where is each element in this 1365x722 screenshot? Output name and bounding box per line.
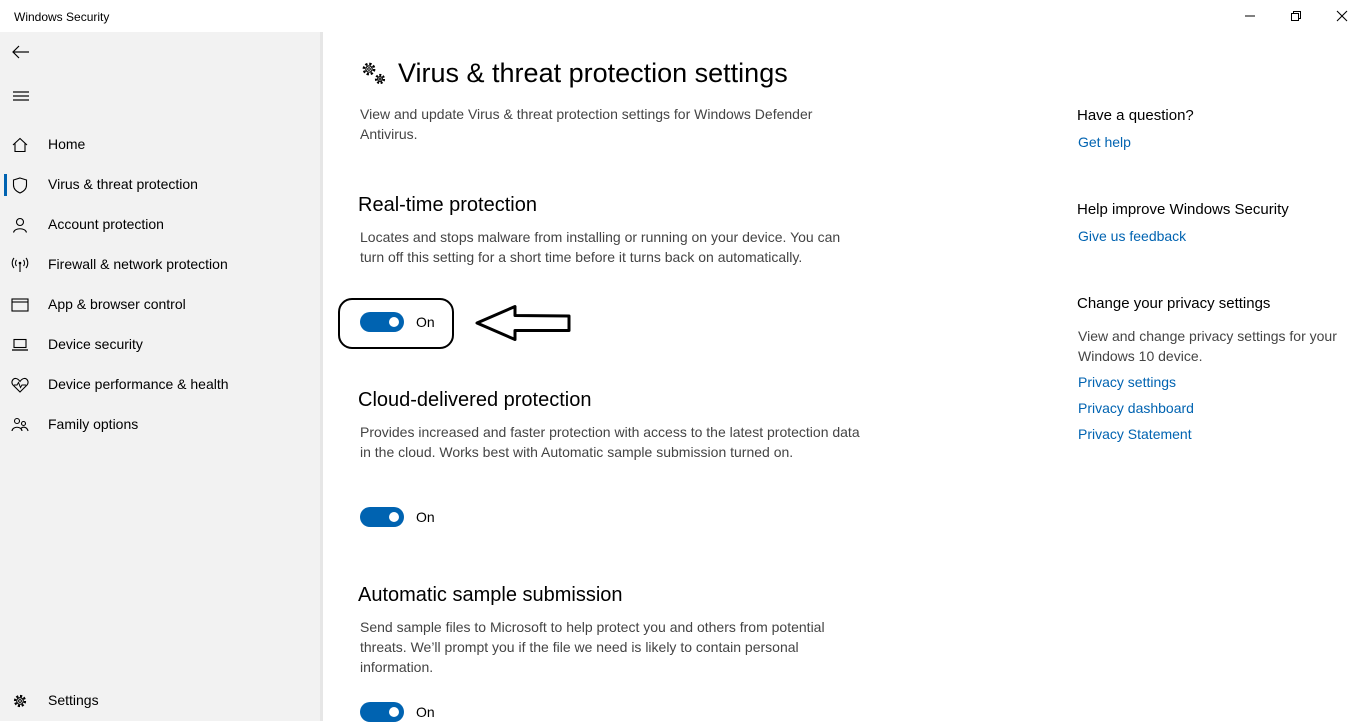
restore-icon — [1291, 11, 1301, 21]
gears-icon — [360, 60, 388, 88]
minimize-icon — [1245, 15, 1255, 17]
sidebar-item-home[interactable]: Home — [0, 127, 320, 163]
sidebar-item-label: Virus & threat protection — [48, 176, 198, 192]
privacy-description: View and change privacy settings for you… — [1078, 328, 1337, 364]
privacy-dashboard-link[interactable]: Privacy dashboard — [1078, 400, 1194, 416]
selected-indicator — [4, 174, 7, 196]
sidebar-item-label: Settings — [48, 692, 99, 708]
sidebar-item-label: Firewall & network protection — [48, 256, 228, 272]
page-description: View and update Virus & threat protectio… — [360, 106, 813, 142]
sidebar-item-family-options[interactable]: Family options — [0, 407, 320, 443]
person-icon — [11, 216, 29, 234]
back-button[interactable] — [8, 39, 34, 65]
section-description-cloud-delivered-protection: Provides increased and faster protection… — [360, 424, 860, 460]
sidebar-item-virus-threat-protection[interactable]: Virus & threat protection — [0, 167, 320, 203]
hamburger-icon — [13, 91, 29, 101]
cloud-protection-toggle-row: On — [360, 507, 460, 527]
toggle-state-label: On — [416, 509, 435, 525]
sidebar-item-label: App & browser control — [48, 296, 186, 312]
sidebar-item-label: Device performance & health — [48, 376, 229, 392]
sidebar-item-app-browser-control[interactable]: App & browser control — [0, 287, 320, 323]
page-title: Virus & threat protection settings — [398, 58, 788, 88]
section-title-cloud-delivered-protection: Cloud-delivered protection — [358, 389, 592, 411]
window-title: Windows Security — [14, 10, 110, 24]
sample-submission-toggle[interactable] — [360, 702, 404, 722]
home-icon — [11, 136, 29, 154]
question-heading: Have a question? — [1077, 107, 1194, 124]
shield-icon — [11, 176, 29, 194]
sidebar-item-label: Account protection — [48, 216, 164, 232]
privacy-heading: Change your privacy settings — [1077, 295, 1271, 312]
section-description-automatic-sample-submission: Send sample files to Microsoft to help p… — [360, 619, 825, 675]
title-bar: Windows Security — [0, 0, 1365, 32]
section-description-realtime-protection: Locates and stops malware from installin… — [360, 229, 841, 265]
main-content: Virus & threat protection settings View … — [323, 32, 1365, 722]
privacy-statement-link[interactable]: Privacy Statement — [1078, 426, 1192, 442]
toggle-knob — [389, 707, 399, 717]
sidebar-item-label: Device security — [48, 336, 143, 352]
give-feedback-link[interactable]: Give us feedback — [1078, 228, 1186, 244]
close-button[interactable] — [1319, 0, 1365, 32]
sidebar-item-account-protection[interactable]: Account protection — [0, 207, 320, 243]
section-title-realtime-protection: Real-time protection — [358, 194, 537, 216]
get-help-link[interactable]: Get help — [1078, 134, 1131, 150]
sidebar: Home Virus & threat protection Account p… — [0, 32, 320, 721]
sidebar-item-settings[interactable]: Settings — [0, 683, 320, 719]
heart-pulse-icon — [11, 376, 29, 394]
antenna-icon — [11, 256, 29, 274]
gear-icon — [11, 692, 29, 710]
family-icon — [11, 416, 29, 434]
close-icon — [1336, 10, 1348, 22]
toggle-state-label: On — [416, 704, 435, 720]
sidebar-item-firewall-network-protection[interactable]: Firewall & network protection — [0, 247, 320, 283]
highlight-box-annotation — [338, 298, 454, 349]
laptop-icon — [11, 336, 29, 354]
sidebar-item-label: Home — [48, 136, 86, 152]
sidebar-item-device-performance-health[interactable]: Device performance & health — [0, 367, 320, 403]
sidebar-item-label: Family options — [48, 416, 139, 432]
menu-button[interactable] — [8, 83, 34, 109]
cloud-protection-toggle[interactable] — [360, 507, 404, 527]
browser-window-icon — [11, 296, 29, 314]
improve-heading: Help improve Windows Security — [1077, 201, 1289, 218]
sample-submission-toggle-row: On — [360, 702, 460, 722]
arrow-annotation — [475, 305, 571, 341]
sidebar-item-device-security[interactable]: Device security — [0, 327, 320, 363]
section-title-automatic-sample-submission: Automatic sample submission — [358, 584, 623, 606]
back-arrow-icon — [12, 45, 29, 59]
restore-button[interactable] — [1273, 0, 1319, 32]
minimize-button[interactable] — [1227, 0, 1273, 32]
toggle-knob — [389, 512, 399, 522]
privacy-settings-link[interactable]: Privacy settings — [1078, 374, 1176, 390]
